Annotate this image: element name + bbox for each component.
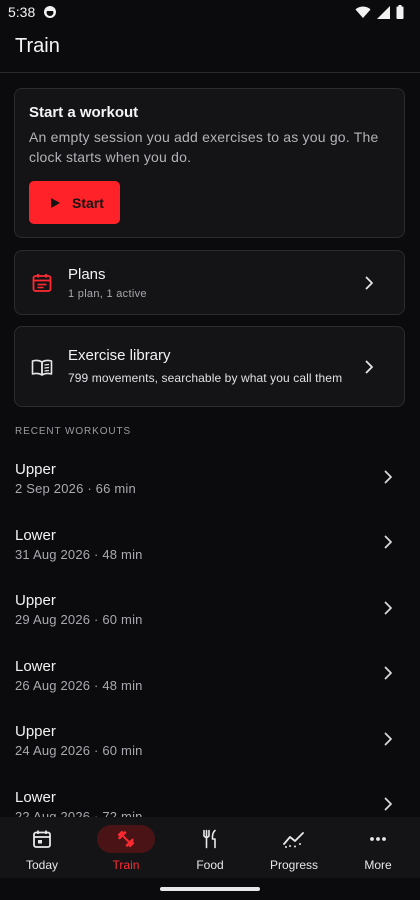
more-dots-icon bbox=[370, 837, 386, 841]
workout-text: Lower 22 Aug 2026 · 72 min bbox=[15, 785, 379, 817]
plans-title: Plans bbox=[68, 265, 106, 283]
workout-meta: 22 Aug 2026 · 72 min bbox=[15, 808, 143, 817]
workout-title: Lower bbox=[15, 657, 56, 675]
trend-icon bbox=[283, 832, 304, 848]
workout-text: Lower 26 Aug 2026 · 48 min bbox=[15, 654, 379, 693]
status-bar: 5:38 bbox=[0, 0, 420, 24]
open-book-icon bbox=[31, 359, 53, 376]
workout-row[interactable]: Upper 2 Sep 2026 · 66 min bbox=[0, 444, 420, 510]
nav-item-today[interactable]: Today bbox=[0, 817, 84, 878]
nav-label-more: More bbox=[364, 858, 392, 872]
workout-title: Lower bbox=[15, 788, 56, 806]
workout-row[interactable]: Upper 24 Aug 2026 · 60 min bbox=[0, 706, 420, 772]
start-workout-title: Start a workout bbox=[29, 104, 139, 121]
plans-subtitle: 1 plan, 1 active bbox=[68, 287, 147, 300]
nav-icon-wrap bbox=[13, 825, 71, 853]
start-button-label: Start bbox=[72, 194, 104, 211]
chevron-right-icon bbox=[384, 470, 392, 484]
battery-icon bbox=[396, 5, 404, 19]
chevron-right-icon bbox=[384, 666, 392, 680]
workout-row[interactable]: Lower 31 Aug 2026 · 48 min bbox=[0, 510, 420, 576]
nav-icon-wrap bbox=[97, 825, 155, 853]
start-workout-card: Start a workout An empty session you add… bbox=[14, 88, 405, 238]
workout-text: Upper 24 Aug 2026 · 60 min bbox=[15, 719, 379, 758]
nav-item-progress[interactable]: Progress bbox=[252, 817, 336, 878]
nav-item-food[interactable]: Food bbox=[168, 817, 252, 878]
workout-text: Upper 2 Sep 2026 · 66 min bbox=[15, 457, 379, 496]
plans-text: Plans 1 plan, 1 active bbox=[68, 266, 360, 300]
status-left: 5:38 bbox=[8, 4, 57, 20]
chevron-right-icon bbox=[365, 360, 373, 373]
workout-row[interactable]: Lower 26 Aug 2026 · 48 min bbox=[0, 641, 420, 707]
workout-meta: 26 Aug 2026 · 48 min bbox=[15, 677, 143, 693]
chevron-right-icon bbox=[384, 797, 392, 811]
workout-title: Upper bbox=[15, 461, 56, 479]
plans-card[interactable]: Plans 1 plan, 1 active bbox=[14, 250, 405, 315]
nav-label-food: Food bbox=[196, 858, 224, 872]
calendar-icon bbox=[33, 830, 51, 848]
calendar-icon bbox=[32, 273, 52, 292]
nav-item-more[interactable]: More bbox=[336, 817, 420, 878]
status-time: 5:38 bbox=[8, 4, 36, 20]
nav-label-train: Train bbox=[112, 858, 140, 872]
chevron-right-icon bbox=[384, 535, 392, 549]
nav-label-today: Today bbox=[25, 858, 59, 872]
workout-row[interactable]: Lower 22 Aug 2026 · 72 min bbox=[0, 772, 420, 817]
workout-title: Upper bbox=[15, 592, 56, 610]
workout-text: Lower 31 Aug 2026 · 48 min bbox=[15, 523, 379, 562]
chevron-right-icon bbox=[384, 601, 392, 615]
library-title: Exercise library bbox=[68, 346, 171, 364]
play-icon bbox=[51, 197, 60, 208]
workout-text: Upper 29 Aug 2026 · 60 min bbox=[15, 588, 379, 627]
workout-meta: 2 Sep 2026 · 66 min bbox=[15, 481, 136, 497]
library-subtitle: 799 movements, searchable by what you ca… bbox=[68, 370, 343, 385]
workout-row[interactable]: Upper 29 Aug 2026 · 60 min bbox=[0, 575, 420, 641]
start-workout-button[interactable]: Start bbox=[29, 181, 120, 224]
cellular-signal-icon bbox=[377, 5, 390, 19]
exercise-library-card[interactable]: Exercise library 799 movements, searchab… bbox=[14, 326, 405, 407]
chevron-right-icon bbox=[384, 732, 392, 746]
chevron-right-icon bbox=[365, 276, 373, 289]
notification-app-icon bbox=[44, 6, 57, 18]
library-text: Exercise library 799 movements, searchab… bbox=[68, 347, 360, 387]
fork-knife-icon bbox=[203, 829, 216, 849]
start-workout-description: An empty session you add exercises to as… bbox=[29, 129, 379, 165]
home-gesture-bar[interactable] bbox=[160, 887, 260, 891]
workout-meta: 29 Aug 2026 · 60 min bbox=[15, 612, 143, 628]
gesture-area bbox=[0, 878, 420, 900]
nav-label-progress: Progress bbox=[269, 858, 319, 872]
wifi-icon bbox=[355, 6, 371, 18]
workout-meta: 24 Aug 2026 · 60 min bbox=[15, 743, 143, 759]
nav-icon-wrap bbox=[265, 825, 323, 853]
status-right bbox=[355, 5, 404, 19]
page-title: Train bbox=[15, 35, 60, 57]
recent-workouts-heading: RECENT WORKOUTS bbox=[15, 426, 132, 437]
workout-title: Lower bbox=[15, 526, 56, 544]
app-header: Train bbox=[0, 24, 420, 73]
nav-item-train[interactable]: Train bbox=[84, 817, 168, 878]
dumbbell-icon bbox=[117, 830, 135, 848]
recent-workouts-list: Upper 2 Sep 2026 · 66 min Lower 31 Aug 2… bbox=[0, 444, 420, 817]
bottom-navigation: Today Train Food Progress More bbox=[0, 817, 420, 878]
nav-icon-wrap bbox=[181, 825, 239, 853]
nav-icon-wrap bbox=[349, 825, 407, 853]
workout-meta: 31 Aug 2026 · 48 min bbox=[15, 546, 143, 562]
workout-title: Upper bbox=[15, 723, 56, 741]
